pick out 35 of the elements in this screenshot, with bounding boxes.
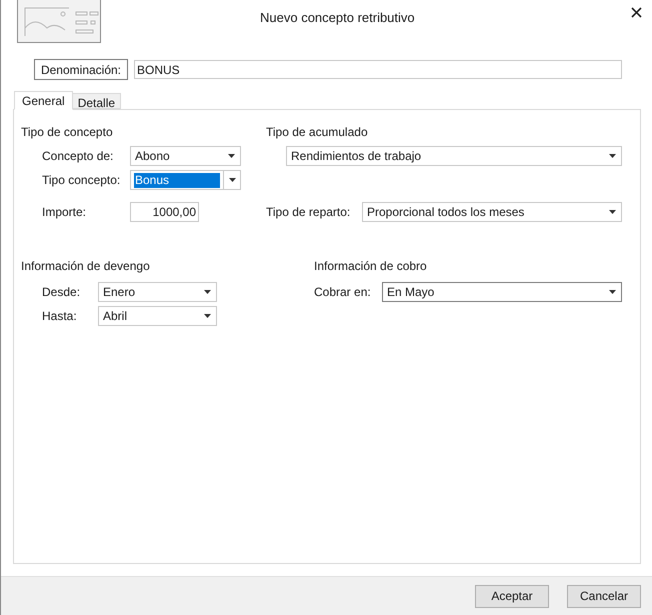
dropdown-arrow-icon [609,290,616,294]
dropdown[interactable]: Abril [98,306,217,326]
dialog-button[interactable]: Cancelar [567,584,641,608]
dropdown[interactable]: Bonus [130,170,241,190]
dropdown-arrow-icon [228,154,235,158]
tab[interactable]: General [14,91,73,110]
dropdown[interactable]: En Mayo [382,282,622,302]
field-label: Concepto de: [42,148,114,165]
section-heading: Información de cobro [314,258,428,274]
field-label: Tipo concepto: [42,172,122,189]
dropdown-arrow-icon [228,178,236,182]
dialog-button[interactable]: Aceptar [475,584,549,608]
dropdown-arrow-icon [204,314,211,318]
dropdown-arrow-icon [609,154,616,158]
field-label: Denominación: [34,59,128,80]
dropdown[interactable]: Proporcional todos los meses [362,202,622,222]
field-label: Hasta: [42,308,78,325]
field-label: Cobrar en: [314,284,372,301]
field-label: Importe: [42,204,88,221]
dropdown[interactable]: Enero [98,282,217,302]
amount-field[interactable]: 1000,00 [130,202,199,222]
field-label: Tipo de reparto: [266,204,352,221]
close-icon[interactable] [631,7,642,18]
section-heading: Información de devengo [21,258,151,274]
name-field[interactable]: BONUS [134,60,622,79]
dropdown[interactable]: Rendimientos de trabajo [286,146,622,166]
image-placeholder-icon [17,0,101,43]
dropdown[interactable]: Abono [130,146,241,166]
section-heading: Tipo de acumulado [266,124,369,140]
section-heading: Tipo de concepto [21,124,114,140]
field-label: Desde: [42,284,82,301]
dropdown-arrow-icon [609,210,616,214]
window-title: Nuevo concepto retributivo [260,9,415,27]
tab[interactable]: Detalle [72,93,122,109]
dropdown-arrow-icon [204,290,211,294]
